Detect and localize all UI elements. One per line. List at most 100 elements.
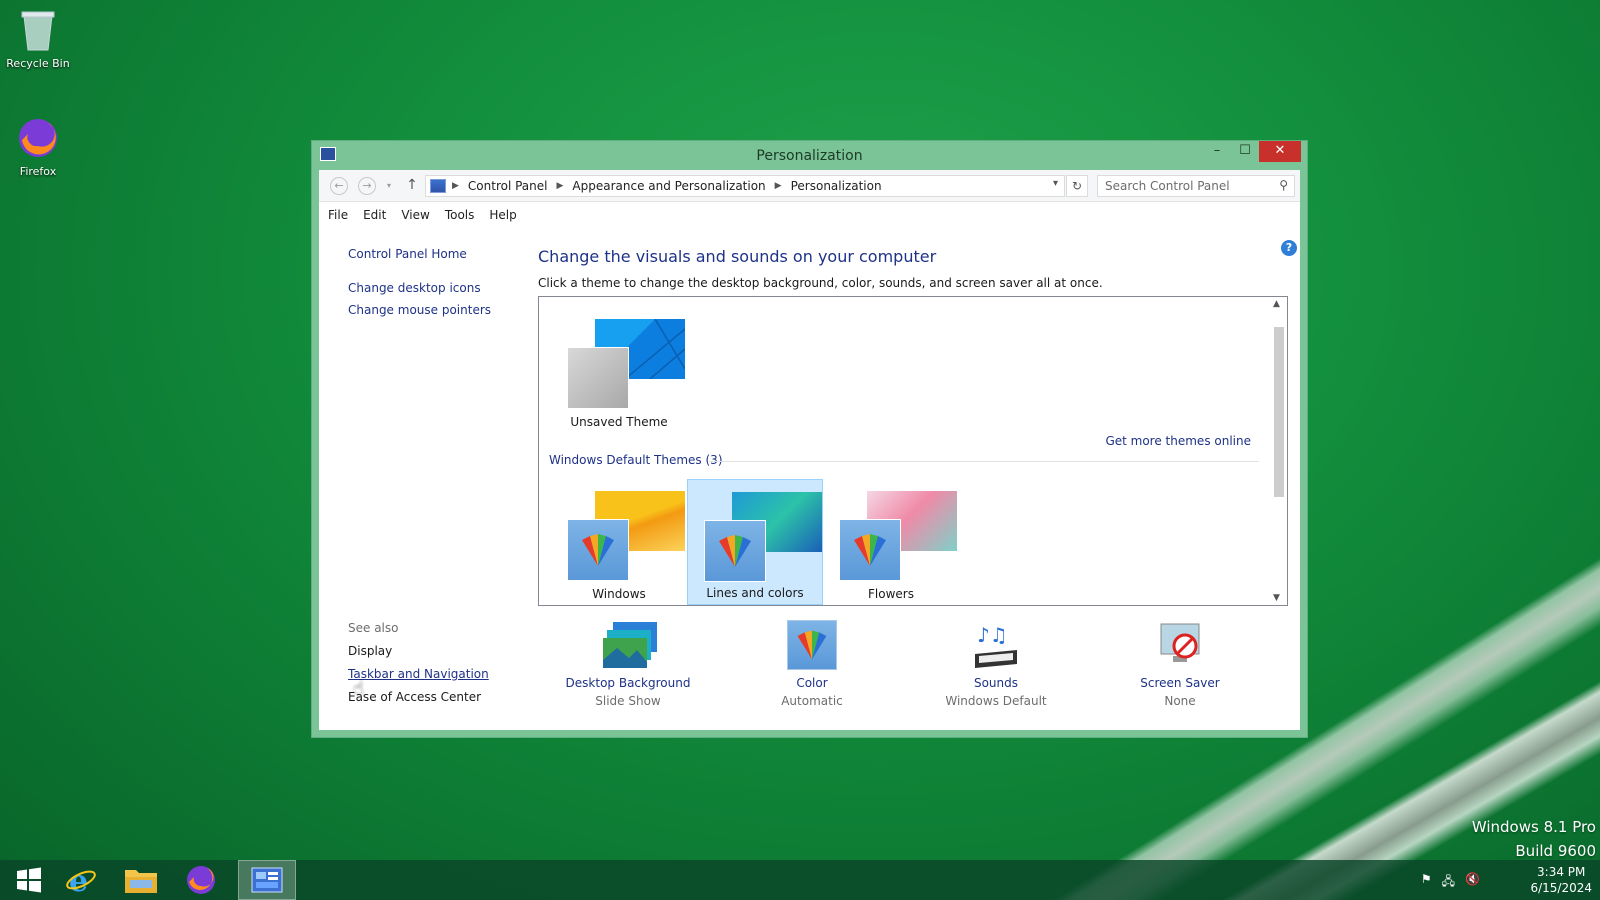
search-input[interactable] bbox=[1098, 176, 1268, 196]
close-button[interactable]: ✕ bbox=[1259, 141, 1301, 162]
left-pane: Control Panel Home Change desktop icons … bbox=[348, 238, 548, 704]
get-more-themes-link[interactable]: Get more themes online bbox=[1105, 434, 1251, 448]
screen-saver-icon bbox=[1155, 620, 1205, 670]
breadcrumb-separator-icon[interactable]: ▶ bbox=[452, 181, 459, 191]
watermark-edition: Windows 8.1 Pro bbox=[1471, 818, 1596, 836]
start-button[interactable] bbox=[0, 860, 58, 900]
breadcrumb[interactable]: ▶ Control Panel ▶ Appearance and Persona… bbox=[425, 175, 1065, 197]
theme-list-scrollbar[interactable]: ▲ ▼ bbox=[1270, 297, 1287, 605]
taskbar-navigation-link[interactable]: Taskbar and Navigation bbox=[348, 667, 548, 681]
menu-file[interactable]: File bbox=[328, 208, 348, 222]
internet-explorer-taskbar-button[interactable]: e bbox=[52, 860, 110, 900]
menu-tools[interactable]: Tools bbox=[445, 208, 475, 222]
firefox-icon bbox=[187, 866, 215, 894]
up-arrow-icon[interactable]: ↑ bbox=[403, 177, 421, 195]
network-icon[interactable]: 🖧 bbox=[1442, 872, 1455, 893]
clock[interactable]: 3:34 PM 6/15/2024 bbox=[1530, 864, 1592, 896]
hand-cursor-icon: ☝ bbox=[353, 678, 364, 699]
control-panel-home-link[interactable]: Control Panel Home bbox=[348, 247, 548, 261]
desktop-background-value: Slide Show bbox=[595, 694, 661, 708]
theme-lines-and-colors[interactable]: Lines and colors bbox=[687, 479, 823, 605]
desktop-background-setting[interactable]: Desktop Background Slide Show bbox=[538, 620, 718, 708]
change-mouse-pointers-link[interactable]: Change mouse pointers bbox=[348, 303, 548, 317]
color-icon bbox=[787, 620, 837, 670]
window-title: Personalization bbox=[756, 148, 863, 164]
maximize-button[interactable]: ☐ bbox=[1231, 141, 1259, 162]
theme-windows[interactable]: Windows bbox=[551, 479, 687, 605]
screen-saver-link[interactable]: Screen Saver bbox=[1090, 676, 1270, 690]
see-also-label: See also bbox=[348, 621, 399, 635]
window-client: ← → ▾ ↑ ▶ Control Panel ▶ Appearance and… bbox=[319, 170, 1300, 730]
scroll-up-arrow-icon[interactable]: ▲ bbox=[1273, 299, 1280, 309]
desktop-background-link[interactable]: Desktop Background bbox=[538, 676, 718, 690]
sounds-link[interactable]: Sounds bbox=[906, 676, 1086, 690]
theme-flowers[interactable]: Flowers bbox=[823, 479, 959, 605]
control-panel-icon bbox=[430, 179, 446, 193]
help-icon[interactable]: ? bbox=[1281, 240, 1297, 256]
firefox-shortcut[interactable]: Firefox bbox=[0, 114, 76, 178]
unsaved-theme-color-thumbnail bbox=[567, 347, 629, 409]
forward-arrow-icon[interactable]: → bbox=[358, 177, 376, 195]
windows-logo-icon bbox=[17, 867, 41, 893]
menu-bar: File Edit View Tools Help bbox=[319, 202, 1300, 228]
menu-view[interactable]: View bbox=[401, 208, 429, 222]
recycle-bin-shortcut[interactable]: Recycle Bin bbox=[0, 6, 76, 70]
back-arrow-icon[interactable]: ← bbox=[330, 177, 348, 195]
minimize-button[interactable]: – bbox=[1203, 141, 1231, 162]
search-box[interactable]: ⚲ bbox=[1097, 175, 1295, 197]
theme-unsaved[interactable]: Unsaved Theme bbox=[551, 307, 687, 433]
ease-of-access-link[interactable]: Ease of Access Center bbox=[348, 690, 548, 704]
lines-theme-palette-icon bbox=[704, 520, 766, 582]
menu-edit[interactable]: Edit bbox=[363, 208, 386, 222]
screen-saver-setting[interactable]: Screen Saver None bbox=[1090, 620, 1270, 708]
theme-label: Windows bbox=[592, 587, 646, 601]
svg-text:♪♫: ♪♫ bbox=[977, 623, 1008, 647]
recycle-bin-icon bbox=[16, 6, 60, 54]
menu-help[interactable]: Help bbox=[489, 208, 516, 222]
personalization-window: Personalization – ☐ ✕ ← → ▾ ↑ ▶ Control … bbox=[311, 140, 1308, 738]
display-link[interactable]: Display bbox=[348, 644, 548, 658]
file-explorer-taskbar-button[interactable] bbox=[112, 860, 170, 900]
group-divider bbox=[709, 461, 1259, 462]
volume-muted-icon[interactable]: 🔇 bbox=[1465, 872, 1480, 893]
breadcrumb-personalization[interactable]: Personalization bbox=[791, 179, 882, 193]
recent-locations-chevron-icon[interactable]: ▾ bbox=[384, 178, 394, 196]
color-link[interactable]: Color bbox=[722, 676, 902, 690]
control-panel-icon bbox=[251, 867, 283, 893]
breadcrumb-separator-icon[interactable]: ▶ bbox=[775, 181, 782, 191]
page-title: Change the visuals and sounds on your co… bbox=[538, 247, 937, 266]
address-dropdown-chevron-icon[interactable]: ▾ bbox=[1053, 178, 1058, 189]
theme-label: Unsaved Theme bbox=[570, 415, 668, 429]
change-desktop-icons-link[interactable]: Change desktop icons bbox=[348, 281, 548, 295]
page-description: Click a theme to change the desktop back… bbox=[538, 276, 1103, 290]
sounds-setting[interactable]: ♪♫ Sounds Windows Default bbox=[906, 620, 1086, 708]
firefox-taskbar-button[interactable] bbox=[172, 860, 230, 900]
group-header[interactable]: Windows Default Themes (3) bbox=[549, 453, 723, 467]
clock-date: 6/15/2024 bbox=[1530, 881, 1592, 895]
system-tray: ⚑ 🖧 🔇 bbox=[1421, 872, 1480, 893]
color-setting[interactable]: Color Automatic bbox=[722, 620, 902, 708]
firefox-label: Firefox bbox=[19, 165, 57, 178]
control-panel-taskbar-button[interactable] bbox=[238, 860, 296, 900]
breadcrumb-control-panel[interactable]: Control Panel bbox=[468, 179, 548, 193]
flowers-theme-palette-icon bbox=[839, 519, 901, 581]
refresh-icon[interactable]: ↻ bbox=[1066, 175, 1088, 197]
sounds-icon: ♪♫ bbox=[971, 620, 1021, 670]
title-bar[interactable]: Personalization – ☐ ✕ bbox=[312, 141, 1307, 170]
screen-saver-value: None bbox=[1164, 694, 1196, 708]
address-bar: ← → ▾ ↑ ▶ Control Panel ▶ Appearance and… bbox=[319, 170, 1300, 202]
sounds-value: Windows Default bbox=[945, 694, 1047, 708]
folder-icon bbox=[125, 870, 157, 893]
svg-text:e: e bbox=[69, 864, 88, 896]
scrollbar-thumb[interactable] bbox=[1274, 327, 1284, 497]
breadcrumb-separator-icon[interactable]: ▶ bbox=[557, 181, 564, 191]
os-watermark: Windows 8.1 Pro Build 9600 bbox=[1472, 815, 1596, 863]
breadcrumb-appearance[interactable]: Appearance and Personalization bbox=[572, 179, 765, 193]
firefox-icon bbox=[16, 114, 60, 162]
action-center-flag-icon[interactable]: ⚑ bbox=[1421, 872, 1432, 893]
clock-time: 3:34 PM bbox=[1537, 865, 1586, 879]
recycle-bin-label: Recycle Bin bbox=[6, 57, 70, 70]
scroll-down-arrow-icon[interactable]: ▼ bbox=[1273, 593, 1280, 603]
search-icon[interactable]: ⚲ bbox=[1279, 178, 1288, 192]
taskbar: e ⚑ 🖧 🔇 3:34 PM 6/15/2024 bbox=[0, 860, 1600, 900]
